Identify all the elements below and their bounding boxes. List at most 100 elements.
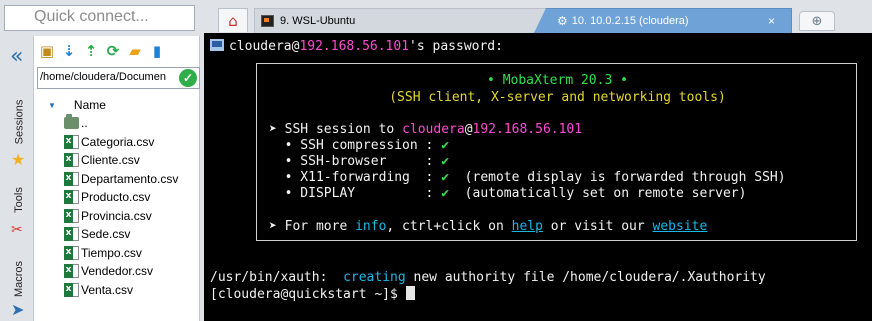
tab-tools-label: Tools [13, 187, 25, 213]
xauth-prefix: /usr/bin/xauth: [210, 270, 344, 285]
session-at: @ [464, 122, 473, 137]
csv-file-icon [64, 190, 79, 205]
feature-label: • X11-forwarding : [269, 170, 442, 185]
follow-terminal-check-icon[interactable]: ✓ [179, 69, 197, 87]
csv-file-icon [64, 264, 79, 279]
more-mid: , ctrl+click on [386, 219, 512, 234]
list-item-label: Tiempo.csv [81, 245, 142, 260]
download-icon[interactable]: ⇣ [60, 42, 78, 60]
file-browser-toolbar: ▣ ⇣ ⇡ ⟳ ▰ ▮ [38, 40, 166, 62]
pw-suffix: 's password: [409, 39, 503, 54]
banner-subtitle: (SSH client, X-server and networking too… [389, 90, 726, 105]
website-link[interactable]: website [653, 219, 708, 234]
session-icon [210, 39, 224, 51]
list-item[interactable]: Categoria.csv [44, 133, 199, 152]
new-file-icon[interactable]: ▮ [148, 42, 166, 60]
feature-note: (remote display is forwarded through SSH… [449, 170, 786, 185]
list-item[interactable]: Producto.csv [44, 188, 199, 207]
tab-tools[interactable]: Tools [9, 180, 29, 220]
tab-wsl-ubuntu[interactable]: 9. WSL-Ubuntu [254, 8, 566, 33]
feature-note: (automatically set on remote server) [449, 186, 747, 201]
shell-prompt-line[interactable]: [cloudera@quickstart ~]$ [210, 286, 415, 303]
list-item-label: .. [81, 116, 88, 131]
list-item[interactable]: Cliente.csv [44, 151, 199, 170]
pw-host: 192.168.56.101 [299, 39, 410, 54]
xauth-suffix: new authority file /home/cloudera/.Xauth… [405, 270, 766, 285]
macro-send-icon[interactable]: ➤ [11, 302, 24, 318]
session-host: 192.168.56.101 [472, 122, 583, 137]
tab-label: 9. WSL-Ubuntu [280, 15, 356, 27]
terminal-cursor [405, 286, 415, 300]
feature-line: • SSH-browser : ✔ [269, 154, 449, 170]
info-link[interactable]: info [355, 219, 386, 234]
list-item-label: Producto.csv [81, 190, 151, 205]
list-item-label: Departamento.csv [81, 171, 179, 186]
plus-icon: ⊕ [811, 13, 823, 29]
xauth-line: /usr/bin/xauth: creating new authority f… [210, 270, 766, 286]
tab-label: 10. 10.0.2.15 (cloudera) [571, 15, 689, 27]
list-item[interactable]: Venta.csv [44, 281, 199, 300]
xauth-creating: creating [343, 270, 406, 285]
list-item-label: Vendedor.csv [81, 264, 154, 279]
more-prefix: ➤ For more [269, 219, 356, 234]
tab-macros[interactable]: Macros [9, 254, 29, 304]
name-column-header[interactable]: ▼ Name [44, 96, 199, 114]
more-mid2: or visit our [542, 219, 653, 234]
upload-icon[interactable]: ⇡ [82, 42, 100, 60]
parent-folder-icon[interactable]: ▣ [38, 42, 56, 60]
csv-file-icon [64, 245, 79, 260]
close-tab-icon[interactable]: × [768, 14, 775, 28]
list-item-parent[interactable]: .. [44, 114, 199, 133]
star-icon[interactable]: ★ [11, 152, 25, 168]
session-prefix: ➤ SSH session to [269, 122, 403, 137]
session-tab-bar: ⌂ 9. WSL-Ubuntu ⚙ 10. 10.0.2.15 (clouder… [204, 5, 872, 33]
list-item[interactable]: Tiempo.csv [44, 244, 199, 263]
welcome-banner: • MobaXterm 20.3 • (SSH client, X-server… [256, 63, 857, 241]
parent-folder-icon [64, 114, 79, 130]
remote-path-input[interactable]: /home/cloudera/Documen ✓ [37, 67, 200, 89]
terminal-icon [261, 15, 274, 27]
help-link[interactable]: help [512, 219, 543, 234]
shell-prompt: [cloudera@quickstart ~]$ [210, 287, 406, 302]
refresh-icon[interactable]: ⟳ [104, 42, 122, 60]
feature-line: • X11-forwarding : ✔ (remote display is … [269, 170, 786, 186]
home-tab[interactable]: ⌂ [218, 8, 248, 32]
tab-macros-label: Macros [13, 260, 25, 298]
check-icon: ✔ [441, 170, 450, 185]
new-folder-icon[interactable]: ▰ [126, 42, 144, 60]
network-icon: ⚙ [557, 14, 568, 28]
new-tab-button[interactable]: ⊕ [799, 11, 835, 31]
feature-line: • SSH compression : ✔ [269, 138, 449, 154]
tools-wrench-icon[interactable]: ✂ [11, 222, 23, 238]
collapse-sidebar-icon[interactable]: « [10, 46, 23, 68]
list-item-label: Categoria.csv [81, 134, 155, 149]
remote-path-text: /home/cloudera/Documen [40, 71, 166, 83]
tab-sessions-label: Sessions [13, 99, 26, 145]
csv-file-icon [64, 227, 79, 242]
terminal-output[interactable]: cloudera@192.168.56.101's password: • Mo… [204, 33, 872, 321]
session-user: cloudera [402, 122, 465, 137]
list-item[interactable]: Provincia.csv [44, 207, 199, 226]
banner-title: • MobaXterm 20.3 • [487, 73, 628, 88]
more-info-line: ➤ For more info, ctrl+click on help or v… [269, 219, 707, 235]
feature-label: • SSH-browser : [269, 154, 442, 169]
csv-file-icon [64, 153, 79, 168]
sort-arrow-icon: ▼ [48, 100, 56, 110]
pw-user: cloudera [229, 39, 292, 54]
name-column-label: Name [73, 98, 106, 112]
feature-line: • DISPLAY : ✔ (automatically set on remo… [269, 186, 747, 202]
list-item-label: Sede.csv [81, 227, 131, 242]
list-item[interactable]: Vendedor.csv [44, 262, 199, 281]
list-item[interactable]: Departamento.csv [44, 170, 199, 189]
tab-sessions[interactable]: Sessions [9, 94, 29, 150]
csv-file-icon [64, 171, 79, 186]
feature-label: • DISPLAY : [269, 186, 442, 201]
file-list: ▼ Name .. Categoria.csv Cliente.csv Depa… [44, 96, 199, 299]
csv-file-icon [64, 134, 79, 149]
check-icon: ✔ [441, 186, 450, 201]
quick-connect-input[interactable]: Quick connect... [4, 5, 195, 31]
tab-cloudera[interactable]: ⚙ 10. 10.0.2.15 (cloudera) × [534, 8, 792, 33]
list-item[interactable]: Sede.csv [44, 225, 199, 244]
check-icon: ✔ [441, 154, 450, 169]
list-item-label: Provincia.csv [81, 208, 152, 223]
